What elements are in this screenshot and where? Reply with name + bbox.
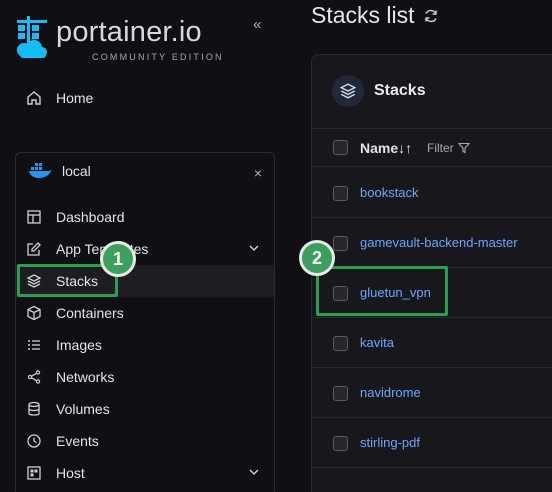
stack-name-link[interactable]: stirling-pdf [360, 435, 420, 450]
sidebar-item-label: Containers [56, 305, 124, 321]
page-title-text: Stacks list [311, 2, 415, 28]
grid-icon [27, 466, 41, 480]
edit-icon [27, 242, 41, 256]
chevron-down-icon[interactable] [248, 242, 260, 254]
panel-title: Stacks [374, 82, 426, 99]
sidebar-item-home-label: Home [56, 90, 94, 106]
stack-name-link[interactable]: gamevault-backend-master [360, 235, 518, 250]
layers-icon [339, 83, 357, 99]
sidebar-item-app-templates[interactable]: App Templates [26, 235, 276, 263]
portainer-logo[interactable]: portainer.io COMMUNITY EDITION [14, 12, 222, 62]
row-checkbox[interactable] [333, 336, 348, 351]
sidebar-item-events[interactable]: Events [26, 427, 276, 455]
row-checkbox[interactable] [333, 436, 348, 451]
portainer-logo-icon [17, 16, 47, 58]
box-icon [27, 305, 41, 321]
sidebar-item-containers[interactable]: Containers [26, 299, 276, 327]
table-row[interactable]: navidrome [312, 368, 552, 418]
sidebar-item-dashboard[interactable]: Dashboard [26, 203, 276, 231]
sidebar-item-networks[interactable]: Networks [26, 363, 276, 391]
clock-icon [27, 434, 41, 448]
sidebar-item-host[interactable]: Host [26, 459, 276, 487]
brand-edition: COMMUNITY EDITION [92, 52, 224, 62]
sidebar: portainer.io COMMUNITY EDITION « Home lo… [0, 0, 296, 492]
table-row[interactable]: stirling-pdf [312, 418, 552, 468]
sidebar-item-home[interactable]: Home [26, 90, 93, 106]
sidebar-item-label: Host [56, 465, 85, 481]
name-column-label: Name [360, 140, 399, 156]
table-row[interactable]: gamevault-backend-master [312, 218, 552, 268]
chevron-down-icon[interactable] [248, 466, 260, 478]
environment-name: local [62, 163, 91, 179]
sidebar-item-label: Dashboard [56, 209, 125, 225]
sidebar-item-label: Events [56, 433, 99, 449]
filter-label: Filter [427, 141, 454, 155]
table-row[interactable]: kavita [312, 318, 552, 368]
sidebar-item-volumes[interactable]: Volumes [26, 395, 276, 423]
stack-name-link[interactable]: kavita [360, 335, 394, 350]
sidebar-item-label: Networks [56, 369, 115, 385]
step-badge-2: 2 [299, 240, 335, 276]
sidebar-item-label: Volumes [56, 401, 110, 417]
table-header: Name↓↑ Filter [312, 129, 552, 167]
filter-button[interactable]: Filter [427, 141, 470, 155]
stack-name-link[interactable]: navidrome [360, 385, 421, 400]
table-row[interactable]: bookstack [312, 168, 552, 218]
name-column-header[interactable]: Name↓↑ [360, 140, 412, 156]
collapse-sidebar-button[interactable]: « [253, 16, 261, 33]
panel-header: Stacks [312, 55, 552, 129]
row-checkbox[interactable] [333, 186, 348, 201]
database-icon [28, 401, 40, 416]
home-icon [27, 91, 41, 105]
select-all-checkbox[interactable] [333, 140, 348, 155]
stacks-header-icon [332, 75, 364, 107]
sidebar-item-label: Images [56, 337, 102, 353]
page-title: Stacks list [311, 2, 439, 29]
docker-icon [29, 163, 52, 178]
list-icon [28, 340, 40, 350]
sidebar-item-images[interactable]: Images [26, 331, 276, 359]
row-checkbox[interactable] [333, 236, 348, 251]
environment-header[interactable]: local [28, 162, 91, 180]
filter-icon [457, 142, 470, 154]
sort-icon: ↓↑ [398, 140, 413, 156]
share-icon [27, 370, 41, 384]
dashboard-icon [27, 210, 41, 224]
highlight-box-gluetun-vpn [316, 266, 448, 316]
row-checkbox[interactable] [333, 386, 348, 401]
close-icon[interactable]: × [254, 165, 262, 181]
brand-name: portainer.io [56, 16, 202, 48]
step-badge-1: 1 [100, 241, 136, 277]
stack-name-link[interactable]: bookstack [360, 185, 419, 200]
refresh-icon[interactable] [423, 8, 439, 24]
